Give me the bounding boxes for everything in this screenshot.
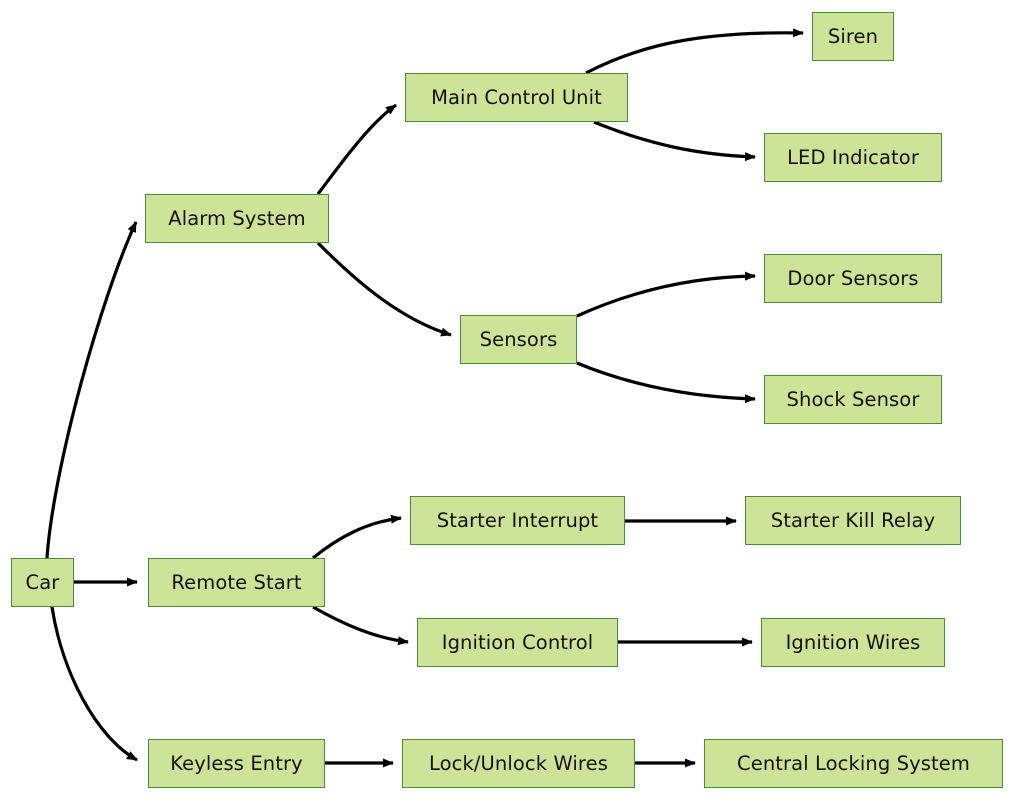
edge-mcu-to-led [593, 120, 756, 162]
node-label-ignwires: Ignition Wires [785, 630, 921, 654]
edge-sensors-to-door [576, 271, 756, 318]
node-label-siren: Siren [827, 24, 879, 48]
node-label-starterint: Starter Interrupt [436, 508, 599, 532]
node-car[interactable]: Car [11, 558, 74, 607]
node-label-sensors: Sensors [479, 327, 558, 351]
node-ignctrl[interactable]: Ignition Control [417, 618, 618, 667]
edge-alarm-to-mcu [316, 103, 397, 195]
node-label-alarm: Alarm System [168, 206, 306, 230]
node-label-lockwires: Lock/Unlock Wires [429, 751, 608, 775]
node-keyless[interactable]: Keyless Entry [148, 739, 325, 788]
edge-mcu-to-siren [585, 28, 804, 75]
node-label-killrelay: Starter Kill Relay [770, 508, 936, 532]
node-label-led: LED Indicator [787, 145, 919, 169]
node-label-keyless: Keyless Entry [170, 751, 303, 775]
node-shock[interactable]: Shock Sensor [764, 375, 942, 424]
node-label-mcu: Main Control Unit [431, 85, 602, 109]
edge-remote-to-starterint [311, 514, 402, 560]
node-label-remote: Remote Start [171, 570, 302, 594]
node-sensors[interactable]: Sensors [460, 315, 577, 364]
node-led[interactable]: LED Indicator [764, 133, 942, 182]
node-label-door: Door Sensors [787, 266, 919, 290]
node-lockwires[interactable]: Lock/Unlock Wires [402, 739, 635, 788]
node-central[interactable]: Central Locking System [704, 739, 1003, 788]
node-door[interactable]: Door Sensors [764, 254, 942, 303]
node-alarm[interactable]: Alarm System [145, 194, 329, 243]
node-starterint[interactable]: Starter Interrupt [410, 496, 625, 545]
edge-car-to-alarm [45, 221, 138, 559]
edge-remote-to-ignctrl [312, 605, 409, 646]
node-label-ignctrl: Ignition Control [441, 630, 594, 654]
node-label-shock: Shock Sensor [786, 387, 920, 411]
node-killrelay[interactable]: Starter Kill Relay [745, 496, 961, 545]
node-mcu[interactable]: Main Control Unit [405, 73, 628, 122]
node-siren[interactable]: Siren [812, 12, 894, 61]
node-ignwires[interactable]: Ignition Wires [761, 618, 945, 667]
edge-sensors-to-shock [576, 361, 756, 404]
node-label-central: Central Locking System [737, 751, 970, 775]
flowchart-canvas: Car Alarm System Main Control Unit Siren LED… [0, 0, 1024, 809]
edge-alarm-to-sensors [316, 241, 452, 337]
edge-car-to-keyless [50, 606, 138, 762]
node-label-car: Car [25, 570, 60, 594]
node-remote[interactable]: Remote Start [148, 558, 325, 607]
